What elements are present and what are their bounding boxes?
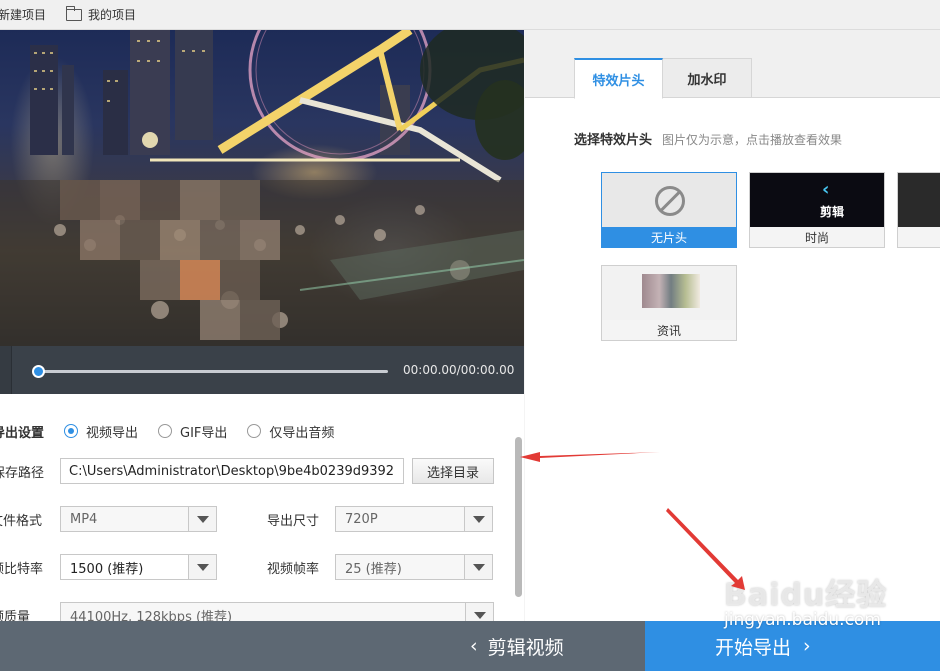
chevron-right-icon: › (803, 635, 811, 657)
intro-caption: 资讯 (602, 320, 736, 340)
chevron-left-icon: ‹ (470, 635, 478, 657)
bitrate-label: 视频比特率 (0, 561, 44, 577)
size-select[interactable]: 720P (335, 506, 493, 532)
chevron-left-icon: ‹ (822, 179, 830, 200)
radio-audio-export[interactable]: 仅导出音频 (247, 422, 334, 441)
no-entry-icon (655, 186, 685, 216)
tab-watermark[interactable]: 加水印 (663, 58, 752, 98)
bitrate-select[interactable]: 1500 (推荐) (60, 554, 217, 580)
radio-audio-label: 仅导出音频 (269, 425, 335, 441)
radio-gif-label: GIF导出 (180, 425, 228, 441)
preview-pane: 00:00.00/00:00.00 导出设置 视频导出 GIF导出 仅导出音频 … (0, 30, 524, 628)
video-preview[interactable] (0, 30, 524, 346)
seek-bar[interactable] (32, 365, 388, 378)
tab-strip: 特效片头 加水印 (525, 30, 940, 99)
my-projects-button[interactable]: 我的项目 (58, 5, 144, 23)
format-value: MP4 (70, 511, 98, 527)
format-select[interactable]: MP4 (60, 506, 217, 532)
watermark-line2: jingyan.baidu.com (724, 610, 881, 630)
intro-caption (898, 227, 940, 247)
size-label: 导出尺寸 (267, 513, 320, 529)
export-settings-form: 导出设置 视频导出 GIF导出 仅导出音频 保存路径 C:\Users\Admi… (0, 394, 524, 628)
my-projects-label: 我的项目 (88, 8, 137, 22)
save-path-row: 保存路径 C:\Users\Administrator\Desktop\9be4… (0, 458, 510, 484)
save-path-input[interactable]: C:\Users\Administrator\Desktop\9be4b0239… (60, 458, 404, 484)
new-project-button[interactable]: 新建项目 (0, 6, 54, 23)
back-to-edit-button[interactable]: ‹ 剪辑视频 (470, 621, 564, 671)
intro-option-none[interactable]: 无片头 (601, 172, 737, 248)
back-to-edit-label: 剪辑视频 (487, 636, 564, 659)
intro-option-partial[interactable] (897, 172, 940, 248)
bitrate-value[interactable]: 1500 (推荐) (61, 555, 188, 579)
settings-scrollbar[interactable] (515, 437, 522, 597)
intro-thumb-text: 剪辑 (820, 205, 845, 219)
format-size-row: 文件格式 MP4 导出尺寸 720P (0, 506, 510, 532)
intro-hint: 选择特效片头 图片仅为示意，点击播放查看效果 (574, 129, 842, 148)
tab-intro-effects[interactable]: 特效片头 (574, 58, 663, 99)
export-mode-row: 导出设置 视频导出 GIF导出 仅导出音频 (0, 418, 510, 444)
radio-gif-export[interactable]: GIF导出 (158, 422, 227, 441)
save-path-label: 保存路径 (0, 465, 45, 481)
radio-video-label: 视频导出 (86, 425, 139, 441)
format-label: 文件格式 (0, 513, 43, 529)
intro-option-news[interactable]: 资讯 (601, 265, 737, 341)
intro-hint-title: 选择特效片头 (574, 133, 653, 148)
start-export-label: 开始导出 (715, 636, 792, 659)
seek-handle[interactable] (32, 365, 45, 378)
intro-hint-text: 图片仅为示意，点击播放查看效果 (662, 133, 843, 147)
play-button-area[interactable] (0, 346, 12, 394)
chevron-down-icon (464, 555, 492, 579)
bitrate-framerate-row: 视频比特率 1500 (推荐) 视频帧率 25 (推荐) (0, 554, 510, 580)
framerate-label: 视频帧率 (267, 561, 320, 577)
video-frame-graphic (0, 30, 524, 346)
baidu-watermark: Baidu经验 jingyan.baidu.com (724, 570, 887, 630)
top-toolbar: 新建项目 我的项目 (0, 0, 940, 30)
effects-pane: 特效片头 加水印 选择特效片头 图片仅为示意，点击播放查看效果 无片头 ‹ 剪辑… (525, 30, 940, 621)
timecode-display: 00:00.00/00:00.00 (403, 363, 515, 377)
chevron-down-icon (464, 507, 492, 531)
watermark-line1: Baidu经验 (724, 578, 888, 613)
size-value: 720P (345, 511, 378, 527)
framerate-select[interactable]: 25 (推荐) (335, 554, 493, 580)
intro-caption: 无片头 (602, 227, 736, 247)
intro-option-fashion[interactable]: ‹ 剪辑 时尚 (749, 172, 885, 248)
chevron-down-icon (188, 507, 216, 531)
browse-directory-button[interactable]: 选择目录 (412, 458, 494, 484)
export-settings-label: 导出设置 (0, 425, 45, 441)
radio-dot-checked (64, 424, 78, 438)
radio-video-export[interactable]: 视频导出 (64, 422, 138, 441)
folder-icon (66, 5, 83, 21)
player-controls: 00:00.00/00:00.00 (0, 346, 524, 394)
radio-dot (158, 424, 173, 438)
chevron-down-icon (188, 555, 216, 579)
intro-caption: 时尚 (750, 227, 884, 247)
radio-dot (247, 424, 262, 438)
framerate-value: 25 (推荐) (345, 561, 402, 577)
news-thumb-image (642, 274, 700, 308)
new-project-label: 新建项目 (0, 8, 47, 22)
